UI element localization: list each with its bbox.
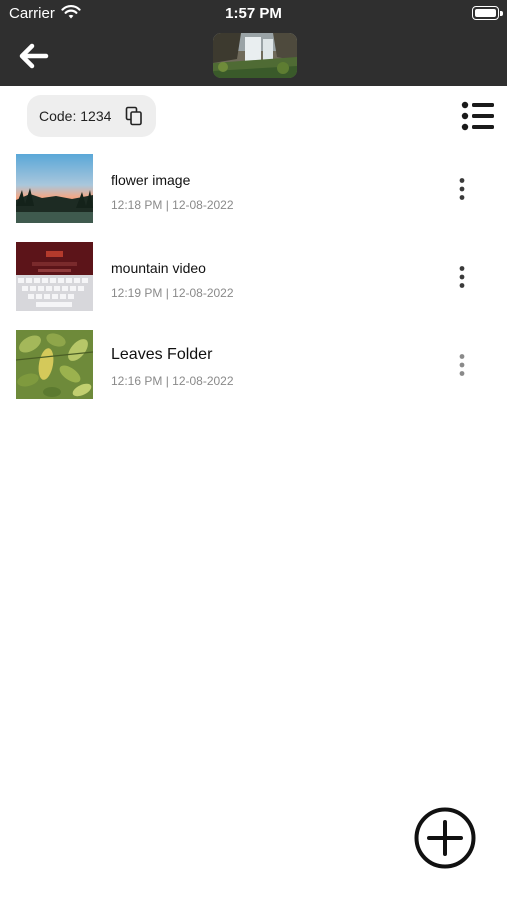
- list-view-icon[interactable]: [461, 101, 495, 131]
- list-item[interactable]: flower image 12:18 PM | 12-08-2022: [0, 154, 507, 234]
- item-thumbnail: [16, 242, 93, 311]
- item-title: Leaves Folder: [111, 346, 213, 363]
- item-timestamp: 12:19 PM | 12-08-2022: [111, 286, 234, 300]
- item-timestamp: 12:18 PM | 12-08-2022: [111, 198, 234, 212]
- item-title: mountain video: [111, 260, 206, 276]
- status-bar: Carrier 1:57 PM: [0, 0, 507, 28]
- header-hero-image: [213, 33, 297, 78]
- list-item[interactable]: mountain video 12:19 PM | 12-08-2022: [0, 242, 507, 322]
- battery-icon: [472, 6, 503, 20]
- code-label: Code: 1234: [39, 108, 112, 124]
- item-thumbnail: [16, 330, 93, 399]
- copy-icon[interactable]: [125, 106, 143, 126]
- more-vertical-icon[interactable]: [452, 177, 472, 201]
- more-vertical-icon[interactable]: [452, 265, 472, 289]
- plus-circle-icon[interactable]: [414, 807, 476, 869]
- clock: 1:57 PM: [225, 5, 282, 22]
- item-thumbnail: [16, 154, 93, 223]
- arrow-left-icon[interactable]: [16, 38, 52, 74]
- item-title: flower image: [111, 172, 191, 188]
- top-bar: Carrier 1:57 PM: [0, 0, 507, 86]
- code-chip[interactable]: Code: 1234: [27, 95, 156, 137]
- list-item[interactable]: Leaves Folder 12:16 PM | 12-08-2022: [0, 330, 507, 410]
- more-vertical-icon[interactable]: [452, 353, 472, 377]
- item-timestamp: 12:16 PM | 12-08-2022: [111, 374, 234, 388]
